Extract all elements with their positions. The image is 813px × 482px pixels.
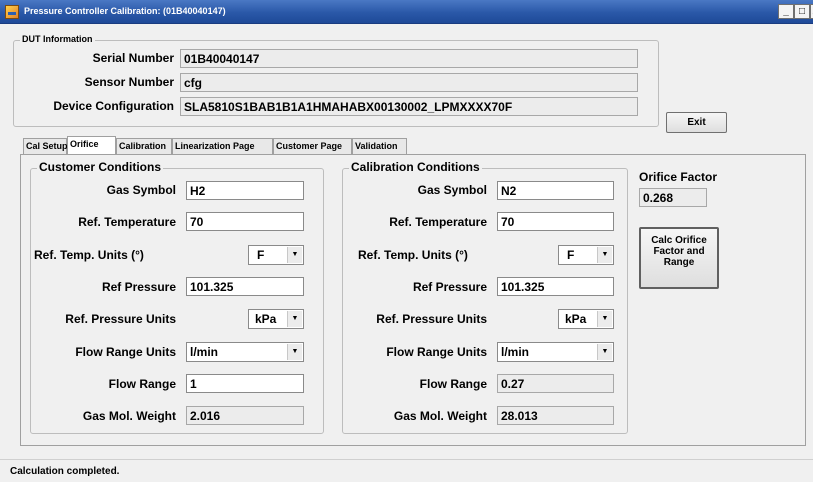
calibration-flow-range-units-select[interactable]: l/min ▼ [497, 342, 614, 362]
calibration-ref-temperature-input[interactable]: 70 [497, 212, 614, 231]
calibration-group-title: Calibration Conditions [349, 160, 482, 174]
window-title: Pressure Controller Calibration: (01B400… [24, 6, 226, 16]
app-icon [5, 5, 19, 19]
calibration-ref-temp-units-select[interactable]: F ▼ [558, 245, 614, 265]
customer-flow-range-units-select[interactable]: l/min ▼ [186, 342, 304, 362]
customer-flow-range-units-value: l/min [190, 345, 219, 359]
calibration-ref-pressure-units-value: kPa [565, 312, 587, 326]
status-bar: Calculation completed. [0, 459, 813, 482]
chevron-down-icon[interactable]: ▼ [597, 344, 612, 360]
customer-ref-pressure-units-label: Ref. Pressure Units [65, 312, 176, 326]
customer-conditions-group: Customer Conditions [30, 160, 324, 434]
customer-ref-temp-units-select[interactable]: F ▼ [248, 245, 304, 265]
customer-gas-symbol-input[interactable]: H2 [186, 181, 304, 200]
serial-number-label: Serial Number [92, 51, 174, 65]
customer-flow-range-input[interactable]: 1 [186, 374, 304, 393]
calibration-gas-symbol-label: Gas Symbol [417, 183, 487, 197]
calibration-flow-range-label: Flow Range [419, 377, 487, 391]
tab-cal-setup[interactable]: Cal Setup [23, 138, 68, 154]
tab-calibration[interactable]: Calibration [116, 138, 172, 154]
calibration-ref-temp-units-value: F [567, 248, 575, 262]
status-text: Calculation completed. [10, 466, 120, 477]
calibration-ref-pressure-units-select[interactable]: kPa ▼ [558, 309, 614, 329]
dut-group-title: DUT Information [20, 34, 95, 44]
customer-ref-temperature-label: Ref. Temperature [78, 215, 176, 229]
customer-ref-temp-units-value: F [257, 248, 265, 262]
chevron-down-icon[interactable]: ▼ [597, 247, 612, 263]
calibration-flow-range-units-label: Flow Range Units [386, 345, 487, 359]
exit-button[interactable]: Exit [666, 112, 727, 133]
customer-group-title: Customer Conditions [37, 160, 163, 174]
customer-gas-symbol-label: Gas Symbol [106, 183, 176, 197]
customer-ref-pressure-input[interactable]: 101.325 [186, 277, 304, 296]
sensor-number-label: Sensor Number [84, 75, 174, 89]
customer-flow-range-label: Flow Range [108, 377, 176, 391]
tab-orifice[interactable]: Orifice [67, 136, 116, 154]
customer-ref-pressure-label: Ref Pressure [101, 280, 176, 294]
customer-ref-pressure-units-value: kPa [255, 312, 277, 326]
orifice-factor-field: 0.268 [639, 188, 707, 207]
orifice-factor-label: Orifice Factor [639, 170, 718, 184]
chevron-down-icon[interactable]: ▼ [287, 247, 302, 263]
calibration-mol-weight-label: Gas Mol. Weight [393, 409, 487, 423]
chevron-down-icon[interactable]: ▼ [287, 311, 302, 327]
calc-orifice-button[interactable]: Calc Orifice Factor and Range [639, 227, 719, 289]
device-configuration-label: Device Configuration [53, 99, 174, 113]
serial-number-field: 01B40040147 [180, 49, 638, 68]
calibration-mol-weight-field: 28.013 [497, 406, 614, 425]
customer-mol-weight-label: Gas Mol. Weight [82, 409, 176, 423]
minimize-button[interactable]: _ [778, 4, 794, 19]
calibration-flow-range-units-value: l/min [501, 345, 530, 359]
customer-ref-temperature-input[interactable]: 70 [186, 212, 304, 231]
customer-ref-pressure-units-select[interactable]: kPa ▼ [248, 309, 304, 329]
title-bar: Pressure Controller Calibration: (01B400… [0, 0, 813, 24]
customer-mol-weight-field: 2.016 [186, 406, 304, 425]
maximize-button[interactable]: □ [794, 4, 810, 19]
customer-ref-temp-units-label: Ref. Temp. Units (°) [34, 248, 144, 262]
tab-linearization-page[interactable]: Linearization Page [172, 138, 273, 154]
calibration-ref-pressure-units-label: Ref. Pressure Units [376, 312, 487, 326]
sensor-number-field: cfg [180, 73, 638, 92]
calibration-conditions-group: Calibration Conditions [342, 160, 628, 434]
tab-validation[interactable]: Validation [352, 138, 407, 154]
calibration-flow-range-field: 0.27 [497, 374, 614, 393]
calibration-ref-pressure-input[interactable]: 101.325 [497, 277, 614, 296]
chevron-down-icon[interactable]: ▼ [287, 344, 302, 360]
calibration-gas-symbol-input[interactable]: N2 [497, 181, 614, 200]
customer-flow-range-units-label: Flow Range Units [75, 345, 176, 359]
device-configuration-field: SLA5810S1BAB1B1A1HMAHABX00130002_LPMXXXX… [180, 97, 638, 116]
calibration-ref-pressure-label: Ref Pressure [412, 280, 487, 294]
calibration-ref-temperature-label: Ref. Temperature [389, 215, 487, 229]
calibration-ref-temp-units-label: Ref. Temp. Units (°) [358, 248, 468, 262]
tab-customer-page[interactable]: Customer Page [273, 138, 352, 154]
chevron-down-icon[interactable]: ▼ [597, 311, 612, 327]
